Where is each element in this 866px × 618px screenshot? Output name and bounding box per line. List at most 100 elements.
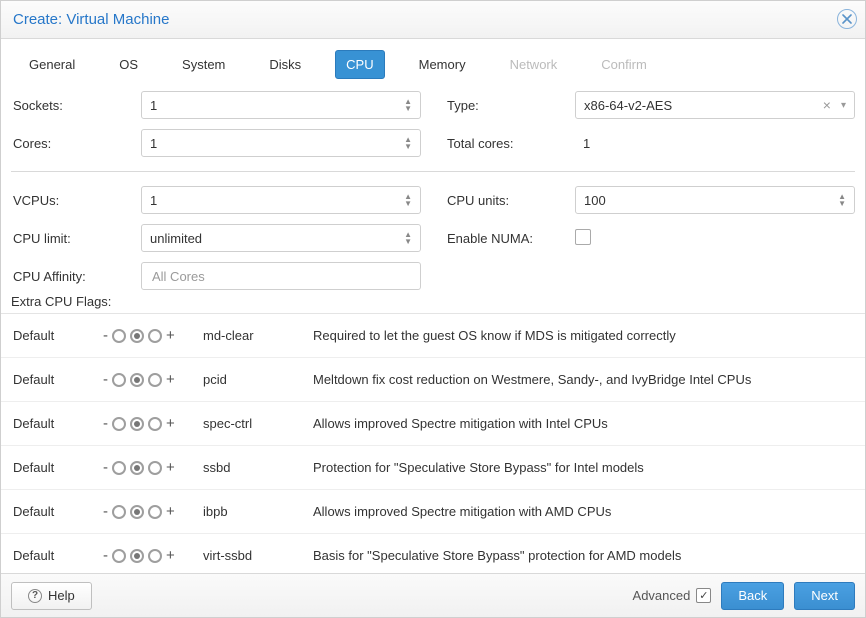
input-vcpus[interactable]: 1 ▲▼: [141, 186, 421, 214]
flag-name: md-clear: [203, 328, 313, 343]
input-type-value: x86-64-v2-AES: [584, 98, 672, 113]
minus-icon: -: [103, 503, 108, 520]
flag-description: Required to let the guest OS know if MDS…: [313, 327, 857, 345]
flag-radio-default[interactable]: [130, 329, 144, 343]
label-cpu-affinity: CPU Affinity:: [11, 269, 141, 284]
question-icon: ?: [28, 589, 42, 603]
label-type: Type:: [445, 98, 575, 113]
flag-name: ssbd: [203, 460, 313, 475]
spinner-buttons-icon[interactable]: ▲▼: [404, 231, 412, 245]
tab-general[interactable]: General: [19, 51, 85, 78]
label-extra-cpu-flags: Extra CPU Flags:: [1, 294, 865, 313]
tab-cpu[interactable]: CPU: [335, 50, 384, 79]
flag-radio-off[interactable]: [112, 373, 126, 387]
flag-row: Default-+md-clearRequired to let the gue…: [1, 314, 865, 358]
flag-radio-on[interactable]: [148, 373, 162, 387]
next-button-label: Next: [811, 588, 838, 603]
cpu-advanced-grid: VCPUs: 1 ▲▼ CPU units: 100 ▲▼ CPU limit:: [9, 182, 857, 294]
flag-radio-on[interactable]: [148, 549, 162, 563]
input-sockets[interactable]: 1 ▲▼: [141, 91, 421, 119]
flag-tristate[interactable]: -+: [103, 371, 203, 388]
plus-icon: +: [166, 459, 175, 476]
tab-system[interactable]: System: [172, 51, 235, 78]
input-type[interactable]: x86-64-v2-AES × ▾: [575, 91, 855, 119]
divider: [11, 171, 855, 172]
spinner-buttons-icon[interactable]: ▲▼: [838, 193, 846, 207]
flag-state-label: Default: [13, 548, 103, 563]
tab-network: Network: [500, 51, 568, 78]
flag-radio-default[interactable]: [130, 373, 144, 387]
flag-radio-default[interactable]: [130, 549, 144, 563]
input-cpu-units[interactable]: 100 ▲▼: [575, 186, 855, 214]
flag-tristate[interactable]: -+: [103, 547, 203, 564]
back-button-label: Back: [738, 588, 767, 603]
dialog-footer: ? Help Advanced ✓ Back Next: [1, 573, 865, 617]
flags-list[interactable]: Default-+md-clearRequired to let the gue…: [1, 313, 865, 573]
flag-row: Default-+pcidMeltdown fix cost reduction…: [1, 358, 865, 402]
flag-radio-on[interactable]: [148, 505, 162, 519]
cpu-basic-grid: Sockets: 1 ▲▼ Type: x86-64-v2-AES × ▾: [9, 87, 857, 161]
minus-icon: -: [103, 415, 108, 432]
flag-tristate[interactable]: -+: [103, 503, 203, 520]
help-button[interactable]: ? Help: [11, 582, 92, 610]
input-cores-value: 1: [150, 136, 157, 151]
flag-radio-off[interactable]: [112, 417, 126, 431]
tab-disks[interactable]: Disks: [259, 51, 311, 78]
chevron-down-icon[interactable]: ▾: [841, 100, 846, 111]
dialog-create-vm: Create: Virtual Machine General OS System D…: [0, 0, 866, 618]
flag-tristate[interactable]: -+: [103, 327, 203, 344]
flag-radio-off[interactable]: [112, 329, 126, 343]
dialog-body: Sockets: 1 ▲▼ Type: x86-64-v2-AES × ▾: [1, 79, 865, 573]
flag-tristate[interactable]: -+: [103, 415, 203, 432]
plus-icon: +: [166, 415, 175, 432]
flag-row: Default-+ssbdProtection for "Speculative…: [1, 446, 865, 490]
label-sockets: Sockets:: [11, 98, 141, 113]
flag-description: Meltdown fix cost reduction on Westmere,…: [313, 371, 857, 389]
flag-radio-default[interactable]: [130, 461, 144, 475]
flag-name: virt-ssbd: [203, 548, 313, 563]
label-cpu-limit: CPU limit:: [11, 231, 141, 246]
minus-icon: -: [103, 547, 108, 564]
input-cpu-affinity[interactable]: [141, 262, 421, 290]
flag-name: pcid: [203, 372, 313, 387]
flag-radio-default[interactable]: [130, 417, 144, 431]
flag-tristate[interactable]: -+: [103, 459, 203, 476]
input-cpu-affinity-field[interactable]: [150, 268, 412, 285]
input-cpu-units-value: 100: [584, 193, 606, 208]
label-cpu-units: CPU units:: [445, 193, 575, 208]
flag-radio-default[interactable]: [130, 505, 144, 519]
tab-memory[interactable]: Memory: [409, 51, 476, 78]
input-cores[interactable]: 1 ▲▼: [141, 129, 421, 157]
flag-state-label: Default: [13, 328, 103, 343]
flag-radio-off[interactable]: [112, 549, 126, 563]
flag-radio-on[interactable]: [148, 461, 162, 475]
tab-os[interactable]: OS: [109, 51, 148, 78]
flag-radio-on[interactable]: [148, 329, 162, 343]
flag-radio-off[interactable]: [112, 461, 126, 475]
spinner-buttons-icon[interactable]: ▲▼: [404, 136, 412, 150]
dialog-title: Create: Virtual Machine: [13, 11, 169, 28]
flag-name: ibpb: [203, 504, 313, 519]
clear-icon[interactable]: ×: [823, 97, 831, 113]
label-vcpus: VCPUs:: [11, 193, 141, 208]
advanced-label: Advanced: [633, 588, 691, 603]
wizard-tabs: General OS System Disks CPU Memory Network Conf…: [1, 39, 865, 79]
flag-description: Protection for "Speculative Store Bypass…: [313, 459, 857, 477]
back-button[interactable]: Back: [721, 582, 784, 610]
flag-state-label: Default: [13, 504, 103, 519]
tab-confirm: Confirm: [591, 51, 657, 78]
flag-name: spec-ctrl: [203, 416, 313, 431]
advanced-toggle[interactable]: Advanced ✓: [633, 588, 712, 603]
flag-description: Allows improved Spectre mitigation with …: [313, 415, 857, 433]
next-button[interactable]: Next: [794, 582, 855, 610]
spinner-buttons-icon[interactable]: ▲▼: [404, 98, 412, 112]
flag-radio-off[interactable]: [112, 505, 126, 519]
input-cpu-limit[interactable]: unlimited ▲▼: [141, 224, 421, 252]
close-icon[interactable]: [837, 9, 857, 29]
flag-radio-on[interactable]: [148, 417, 162, 431]
spinner-buttons-icon[interactable]: ▲▼: [404, 193, 412, 207]
advanced-checkbox[interactable]: ✓: [696, 588, 711, 603]
flag-state-label: Default: [13, 460, 103, 475]
input-vcpus-value: 1: [150, 193, 157, 208]
checkbox-enable-numa[interactable]: [575, 229, 591, 245]
